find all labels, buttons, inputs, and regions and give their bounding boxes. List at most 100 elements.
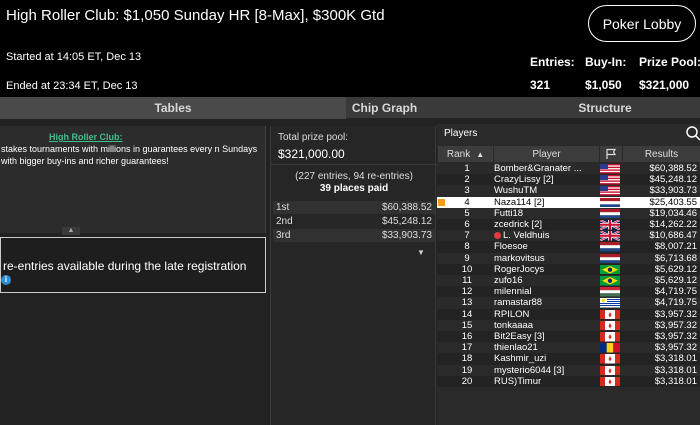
table-row[interactable]: 3 WushuTM $33,903.73 (437, 185, 700, 197)
pokerstars-pro-icon (494, 232, 501, 240)
player-rank: 18 (461, 353, 473, 365)
player-rank: 8 (464, 241, 470, 253)
tournament-header: High Roller Club: $1,050 Sunday HR [8-Ma… (0, 0, 700, 97)
player-result: $5,629.12 (654, 275, 697, 286)
chevron-up-icon[interactable]: ▲ (62, 227, 80, 235)
column-rank-label: Rank (446, 148, 471, 160)
flag-nl-icon (600, 208, 620, 219)
promo-title[interactable]: High Roller Club: (49, 132, 123, 142)
flag-us-icon (600, 186, 620, 196)
table-row[interactable]: 18 Kashmir_uzi $3,318.01 (437, 353, 700, 365)
payout-place: 1st (276, 202, 290, 213)
player-result: $14,262.22 (649, 219, 697, 230)
player-result: $4,719.75 (654, 286, 697, 298)
flag-br-icon (600, 264, 620, 275)
player-rank: 4 (464, 196, 470, 208)
table-row[interactable]: 7 L. Veldhuis $10,686.47 (437, 230, 700, 242)
table-row[interactable]: 17 thienlao21 $3,957.32 (437, 342, 700, 354)
table-row[interactable]: 12 milennial $4,719.75 (437, 286, 700, 298)
buyin-label: Buy-In: (585, 55, 627, 69)
player-rank: 2 (464, 174, 470, 186)
flag-us-icon (600, 175, 620, 185)
player-result: $3,957.32 (654, 331, 697, 342)
table-row[interactable]: 8 Floesoe $8,007.21 (437, 241, 700, 253)
table-row[interactable]: 9 markovitsus $6,713.68 (437, 252, 700, 264)
player-result: $3,318.01 (654, 353, 697, 365)
prize-panel: Total prize pool: $321,000.00 (227 entri… (270, 126, 437, 425)
flag-br-icon (600, 276, 620, 286)
entries-label: Entries: (530, 55, 575, 69)
player-rank: 17 (461, 342, 473, 354)
table-row[interactable]: 1 Bomber&Granater ... $60,388.52 (437, 163, 700, 175)
player-rank: 16 (461, 331, 473, 342)
table-row[interactable]: 2 CrazyLissy [2] $45,248.12 (437, 174, 700, 186)
player-name: ramastar88 (494, 297, 543, 309)
player-result: $4,719.75 (654, 297, 697, 309)
player-result: $6,713.68 (654, 252, 697, 264)
flag-ca-icon (600, 354, 620, 364)
prize-pool-label: Total prize pool: (278, 132, 349, 143)
prize-pool-value: $321,000.00 (278, 147, 345, 161)
info-icon[interactable]: i (1, 275, 11, 285)
flag-hu-icon (600, 287, 620, 297)
player-name: mysterio6044 [3] (494, 364, 565, 376)
flag-nl-icon (600, 253, 620, 264)
chevron-down-icon[interactable]: ▼ (417, 248, 425, 257)
flag-ro-icon (600, 343, 620, 353)
player-result: $3,957.32 (654, 342, 697, 354)
sort-up-icon: ▲ (476, 149, 485, 159)
column-results[interactable]: Results (623, 146, 700, 162)
payout-row: 2nd $45,248.12 (273, 215, 435, 228)
column-rank[interactable]: Rank ▲ (438, 146, 493, 162)
tab-structure[interactable]: Structure (540, 97, 670, 119)
player-result: $10,686.47 (649, 230, 697, 242)
tab-chip-graph[interactable]: Chip Graph (346, 97, 423, 119)
column-flag[interactable] (600, 146, 622, 162)
table-row[interactable]: 15 tonkaaaa $3,957.32 (437, 319, 700, 331)
player-rank: 5 (464, 207, 470, 219)
poker-lobby-button[interactable]: Poker Lobby (588, 5, 696, 42)
table-row[interactable]: 13 ramastar88 $4,719.75 (437, 297, 700, 309)
payout-amount: $60,388.52 (381, 202, 432, 213)
search-icon[interactable] (685, 125, 700, 141)
tab-bar: Tables Chip Graph Structure (0, 97, 700, 119)
table-row[interactable]: 6 zcedrick [2] $14,262.22 (437, 219, 700, 231)
table-row[interactable]: 5 Futti18 $19,034.46 (437, 207, 700, 219)
table-row[interactable]: 10 RogerJocys $5,629.12 (437, 263, 700, 275)
reentry-text: re-entries available during the late reg… (3, 259, 247, 273)
table-row[interactable]: 14 RPILON $3,957.32 (437, 308, 700, 320)
player-name: Kashmir_uzi (494, 353, 547, 365)
prizepool-value: $321,000 (639, 78, 690, 92)
start-time: Started at 14:05 ET, Dec 13 (6, 51, 142, 63)
player-rank: 13 (461, 297, 473, 309)
flag-gb-icon (600, 220, 620, 230)
places-paid: 39 places paid (319, 183, 389, 194)
payout-amount: $45,248.12 (381, 216, 432, 227)
buyin-value: $1,050 (585, 78, 622, 92)
flag-uy-icon (600, 298, 620, 308)
player-name: Naza114 [2] (494, 196, 545, 208)
entries-info: (227 entries, 94 re-entries) (295, 171, 413, 182)
table-row[interactable]: 16 Bit2Easy [3] $3,957.32 (437, 331, 700, 343)
player-rank: 19 (461, 364, 473, 376)
player-result: $3,957.32 (654, 308, 697, 320)
table-row[interactable]: 4 Naza114 [2] $25,403.55 (437, 196, 700, 208)
flag-ca-icon (600, 309, 620, 320)
player-name: CrazyLissy [2] (494, 174, 554, 186)
player-name: markovitsus (494, 252, 545, 264)
player-rank: 10 (461, 263, 473, 275)
payout-row: 1st $60,388.52 (273, 201, 435, 214)
table-row[interactable]: 19 mysterio6044 [3] $3,318.01 (437, 364, 700, 376)
entries-value: 321 (530, 78, 551, 92)
tournament-title: High Roller Club: $1,050 Sunday HR [8-Ma… (6, 7, 385, 24)
table-row[interactable]: 20 RUS)Timur $3,318.01 (437, 375, 700, 387)
player-name: zcedrick [2] (494, 219, 543, 230)
player-rank: 12 (461, 286, 473, 298)
payout-amount: $33,903.73 (381, 230, 432, 241)
player-result: $8,007.21 (654, 241, 697, 253)
player-result: $3,318.01 (654, 364, 697, 376)
promo-text: stakes tournaments with millions in guar… (1, 144, 258, 166)
table-row[interactable]: 11 zufo16 $5,629.12 (437, 275, 700, 287)
column-player[interactable]: Player (494, 146, 599, 162)
tab-tables[interactable]: Tables (0, 97, 346, 119)
